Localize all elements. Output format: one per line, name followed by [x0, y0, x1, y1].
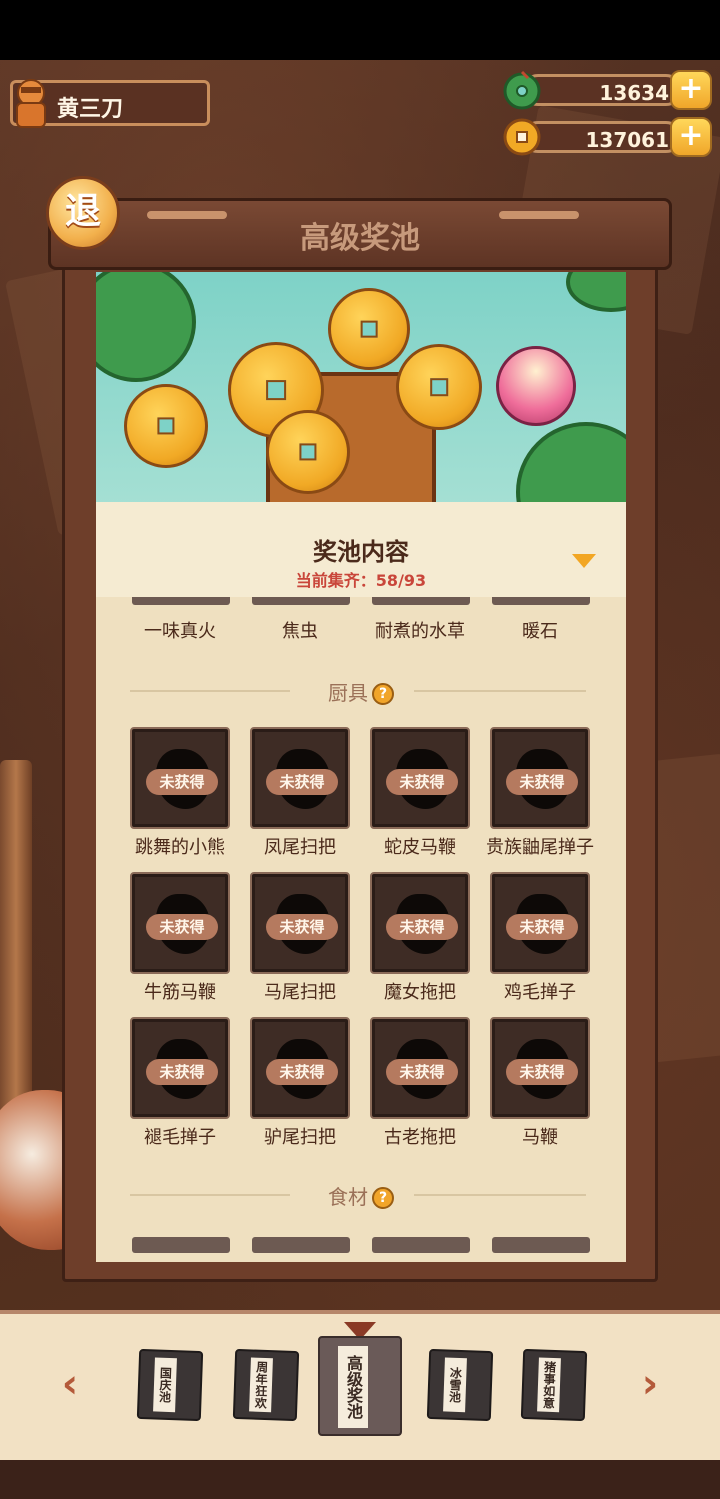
book-label: 周年狂欢 [249, 1357, 273, 1413]
locked-badge: 未获得 [506, 914, 578, 940]
item-name: 魔女拖把 [384, 982, 456, 1003]
item-tile: 未获得 [250, 727, 350, 829]
pool-header-bar: 高级奖池 [48, 198, 672, 270]
status-bar [0, 0, 720, 60]
player-badge[interactable]: 黄三刀 [10, 79, 210, 128]
coin-icon [503, 118, 541, 156]
item-tile: 未获得 [130, 727, 230, 829]
pool-title: 奖池内容 [313, 538, 409, 566]
item-tile: 未获得 [370, 727, 470, 829]
item-tile: 未获得 [490, 872, 590, 974]
pool-progress: 当前集齐：58/93 [295, 571, 427, 590]
locked-badge: 未获得 [386, 1059, 458, 1085]
item-name: 凤尾扫把 [264, 837, 336, 858]
item-name: 马尾扫把 [264, 982, 336, 1003]
locked-badge: 未获得 [386, 769, 458, 795]
jade-icon [503, 70, 541, 110]
item-name: 一味真火 [144, 621, 216, 642]
book-label: 高级奖池 [338, 1346, 368, 1428]
book-label: 国庆池 [153, 1357, 177, 1413]
item-name: 暖石 [522, 621, 558, 642]
pool-book-4[interactable]: 猪事如意 [520, 1348, 588, 1422]
item-tile: 未获得 [250, 1017, 350, 1119]
item-tile: 未获得 [490, 727, 590, 829]
info-icon[interactable]: ? [372, 1187, 394, 1209]
pool-book-2[interactable]: 高级奖池 [318, 1336, 402, 1436]
pool-header: 奖池内容 当前集齐：58/93 [96, 502, 626, 597]
pool-book-3[interactable]: 冰雪池 [426, 1348, 494, 1422]
coin-amount: 137061 [585, 128, 670, 152]
item-name: 蛇皮马鞭 [384, 837, 456, 858]
locked-badge: 未获得 [386, 914, 458, 940]
locked-badge: 未获得 [266, 769, 338, 795]
prize-pool-panel: 奖池内容 当前集齐：58/93 一味真火 焦虫 耐煮的水草 暖石 厨具? 未获得… [96, 272, 626, 1262]
item-tile: 未获得 [130, 1017, 230, 1119]
item-tile: 未获得 [370, 872, 470, 974]
player-name: 黄三刀 [57, 97, 124, 122]
item-name: 马鞭 [522, 1127, 558, 1148]
prev-arrow-icon[interactable]: ‹ [50, 1362, 90, 1406]
add-coin-button[interactable]: + [670, 117, 712, 157]
locked-badge: 未获得 [146, 914, 218, 940]
jade-currency: 13634 + [502, 70, 714, 110]
locked-badge: 未获得 [146, 1059, 218, 1085]
item-name: 跳舞的小熊 [135, 837, 225, 858]
item-tile: 未获得 [490, 1017, 590, 1119]
bottom-edge [0, 1460, 720, 1499]
locked-badge: 未获得 [506, 1059, 578, 1085]
item-tile: 未获得 [250, 872, 350, 974]
item-name: 耐煮的水草 [375, 621, 465, 642]
info-icon[interactable]: ? [372, 683, 394, 705]
item-name: 牛筋马鞭 [144, 982, 216, 1003]
item-name: 古老拖把 [384, 1127, 456, 1148]
player-avatar-icon [16, 79, 46, 128]
page-title: 高级奖池 [300, 221, 420, 256]
add-jade-button[interactable]: + [670, 70, 712, 110]
next-arrow-icon[interactable]: › [630, 1362, 670, 1406]
item-name: 驴尾扫把 [264, 1127, 336, 1148]
item-name: 焦虫 [282, 621, 318, 642]
section-title: 厨具 [328, 681, 368, 705]
exit-button[interactable]: 退 [46, 176, 120, 250]
item-list[interactable]: 一味真火 焦虫 耐煮的水草 暖石 厨具? 未获得 跳舞的小熊 未获得 凤尾扫把 未获得蛇… [96, 597, 626, 1262]
locked-badge: 未获得 [506, 769, 578, 795]
brush-decoration [0, 760, 32, 1120]
item-tile: 未获得 [130, 872, 230, 974]
book-label: 猪事如意 [537, 1357, 561, 1413]
book-label: 冰雪池 [443, 1357, 467, 1413]
item-name: 褪毛掸子 [144, 1127, 216, 1148]
locked-badge: 未获得 [266, 1059, 338, 1085]
collapse-icon[interactable] [572, 554, 596, 568]
pool-book-1[interactable]: 周年狂欢 [232, 1348, 300, 1422]
section-header-kitchenware: 厨具? [96, 675, 626, 705]
coin-currency: 137061 + [502, 117, 714, 157]
pool-book-0[interactable]: 国庆池 [136, 1348, 204, 1422]
item-name: 鸡毛掸子 [504, 982, 576, 1003]
section-title: 食材 [328, 1185, 368, 1209]
locked-badge: 未获得 [266, 914, 338, 940]
pool-banner-image [96, 272, 626, 512]
jade-amount: 13634 [599, 81, 669, 105]
item-tile: 未获得 [370, 1017, 470, 1119]
section-header-ingredients: 食材? [96, 1179, 626, 1209]
locked-badge: 未获得 [146, 769, 218, 795]
item-name: 贵族鼬尾掸子 [486, 837, 594, 858]
